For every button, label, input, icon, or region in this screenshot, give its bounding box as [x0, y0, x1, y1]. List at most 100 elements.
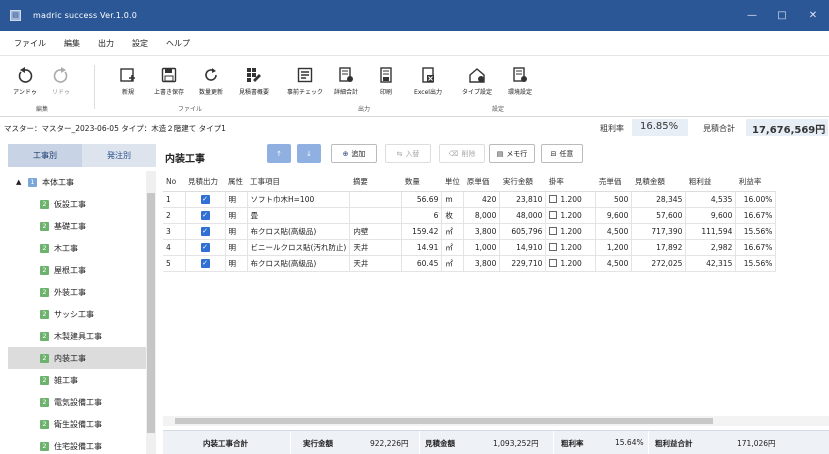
note-cell[interactable] [349, 207, 403, 224]
any-row-button[interactable]: ⊟ 任意 [541, 144, 583, 163]
close-button[interactable]: ✕ [798, 0, 828, 31]
tree-item-selected[interactable]: 2 内装工事 [8, 347, 146, 369]
tree-item[interactable]: 2 屋根工事 [8, 259, 146, 281]
column-header[interactable]: 原単価 [463, 172, 500, 192]
memo-row-button[interactable]: ▤ メモ行 [489, 144, 535, 163]
menu-settings[interactable]: 設定 [123, 38, 157, 49]
unit-cost-cell[interactable]: 1,000 [463, 239, 501, 256]
replace-button[interactable]: ⇆ 入替 [385, 144, 431, 163]
table-row[interactable]: 2 ✓ 明 畳 6 枚 8,000 48,000 1.200 9,600 57,… [163, 207, 777, 224]
output-checkbox[interactable]: ✓ [185, 191, 226, 208]
item-cell[interactable]: 布クロス貼(高級品) [247, 255, 351, 272]
output-checkbox[interactable]: ✓ [185, 207, 226, 224]
column-header[interactable]: 売単価 [595, 172, 632, 192]
new-button[interactable]: 新規 [110, 63, 146, 96]
column-header[interactable]: 摘要 [349, 172, 402, 192]
table-row[interactable]: 5 ✓ 明 布クロス貼(高級品) 天井 60.45 ㎡ 3,800 229,71… [163, 255, 777, 272]
delete-button[interactable]: ⌫ 削除 [439, 144, 485, 163]
env-settings-button[interactable]: 環境設定 [500, 63, 540, 96]
tree-root-item[interactable]: ▲ 1 本体工事 [8, 171, 146, 193]
item-cell[interactable]: ソフト巾木H=100 [247, 191, 351, 208]
type-settings-button[interactable]: タイプ設定 [457, 63, 497, 96]
add-button[interactable]: ⊕ 追加 [331, 144, 377, 163]
tree-item[interactable]: 2 木工事 [8, 237, 146, 259]
quantity-cell[interactable]: 159.42 [401, 223, 443, 240]
precheck-button[interactable]: 事前チェック [283, 63, 327, 96]
column-header[interactable]: 属性 [225, 172, 247, 192]
column-header[interactable]: 実行金額 [499, 172, 546, 192]
table-row[interactable]: 4 ✓ 明 ビニールクロス貼(汚れ防止) 天井 14.91 ㎡ 1,000 14… [163, 239, 777, 256]
item-cell[interactable]: 布クロス貼(高級品) [247, 223, 351, 240]
table-scroll-thumb[interactable] [175, 418, 713, 424]
minimize-button[interactable]: — [737, 0, 767, 31]
column-header[interactable]: 数量 [401, 172, 442, 192]
table-horizontal-scrollbar[interactable] [163, 416, 829, 426]
unit-cost-cell[interactable]: 420 [463, 191, 501, 208]
unit-cost-cell[interactable]: 8,000 [463, 207, 501, 224]
tree-item[interactable]: 2 衛生設備工事 [8, 413, 146, 435]
column-header[interactable]: 見積金額 [631, 172, 686, 192]
column-header[interactable]: 掛率 [545, 172, 596, 192]
rate-checkbox[interactable] [549, 258, 558, 267]
output-checkbox[interactable]: ✓ [185, 255, 226, 272]
note-cell[interactable]: 天井 [349, 239, 403, 256]
tree-item[interactable]: 2 外装工事 [8, 281, 146, 303]
menu-output[interactable]: 出力 [89, 38, 123, 49]
quantity-cell[interactable]: 60.45 [401, 255, 443, 272]
table-row[interactable]: 3 ✓ 明 布クロス貼(高級品) 内壁 159.42 ㎡ 3,800 605,7… [163, 223, 777, 240]
tree-scrollbar[interactable] [146, 171, 156, 454]
sell-price-cell[interactable]: 9,600 [595, 207, 633, 224]
tree-item[interactable]: 2 仮設工事 [8, 193, 146, 215]
tree-item[interactable]: 2 雑工事 [8, 369, 146, 391]
rate-checkbox[interactable] [549, 194, 558, 203]
menu-help[interactable]: ヘルプ [157, 38, 199, 49]
quantity-cell[interactable]: 56.69 [401, 191, 443, 208]
item-cell[interactable]: ビニールクロス貼(汚れ防止) [247, 239, 351, 256]
quantity-cell[interactable]: 6 [401, 207, 443, 224]
tree-scroll-thumb[interactable] [147, 193, 155, 433]
move-up-button[interactable]: ↑ [267, 144, 291, 163]
column-header[interactable]: 単位 [441, 172, 464, 192]
rate-cell[interactable]: 1.200 [545, 239, 597, 256]
tab-by-work[interactable]: 工事別 [8, 144, 82, 167]
print-button[interactable]: 印刷 [373, 63, 399, 96]
note-cell[interactable]: 内壁 [349, 223, 403, 240]
move-down-button[interactable]: ↓ [297, 144, 321, 163]
tree-item[interactable]: 2 住宅設備工事 [8, 435, 146, 454]
column-header[interactable]: 利益率 [735, 172, 776, 192]
maximize-button[interactable]: □ [767, 0, 797, 31]
redo-button[interactable]: リドゥ [46, 63, 76, 96]
unit-cost-cell[interactable]: 3,800 [463, 255, 501, 272]
sell-price-cell[interactable]: 4,500 [595, 223, 633, 240]
estimate-summary-button[interactable]: 見積書概要 [232, 63, 276, 96]
item-cell[interactable]: 畳 [247, 207, 351, 224]
note-cell[interactable]: 天井 [349, 255, 403, 272]
save-button[interactable]: 上書き保存 [150, 63, 188, 96]
sell-price-cell[interactable]: 1,200 [595, 239, 633, 256]
undo-button[interactable]: アンドゥ [10, 63, 40, 96]
rate-cell[interactable]: 1.200 [545, 207, 597, 224]
tree-item[interactable]: 2 木製建具工事 [8, 325, 146, 347]
rate-cell[interactable]: 1.200 [545, 255, 597, 272]
quantity-cell[interactable]: 14.91 [401, 239, 443, 256]
column-header[interactable]: 粗利益 [685, 172, 736, 192]
collapse-icon[interactable]: ▲ [16, 178, 28, 186]
detail-total-button[interactable]: 詳細合計 [326, 63, 366, 96]
rate-cell[interactable]: 1.200 [545, 191, 597, 208]
rate-checkbox[interactable] [549, 210, 558, 219]
rate-checkbox[interactable] [549, 226, 558, 235]
tree-item[interactable]: 2 基礎工事 [8, 215, 146, 237]
update-quantity-button[interactable]: 数量更新 [193, 63, 229, 96]
column-header[interactable]: No [163, 172, 185, 192]
menu-file[interactable]: ファイル [0, 38, 55, 49]
tree-item[interactable]: 2 電気設備工事 [8, 391, 146, 413]
tab-by-order[interactable]: 発注別 [82, 144, 156, 167]
tree-item[interactable]: 2 サッシ工事 [8, 303, 146, 325]
excel-export-button[interactable]: Excel出力 [408, 63, 448, 96]
column-header[interactable]: 見積出力 [185, 172, 225, 192]
sell-price-cell[interactable]: 4,500 [595, 255, 633, 272]
sell-price-cell[interactable]: 500 [595, 191, 633, 208]
table-row[interactable]: 1 ✓ 明 ソフト巾木H=100 56.69 m 420 23,810 1.20… [163, 191, 777, 208]
output-checkbox[interactable]: ✓ [185, 239, 226, 256]
menu-edit[interactable]: 編集 [55, 38, 89, 49]
